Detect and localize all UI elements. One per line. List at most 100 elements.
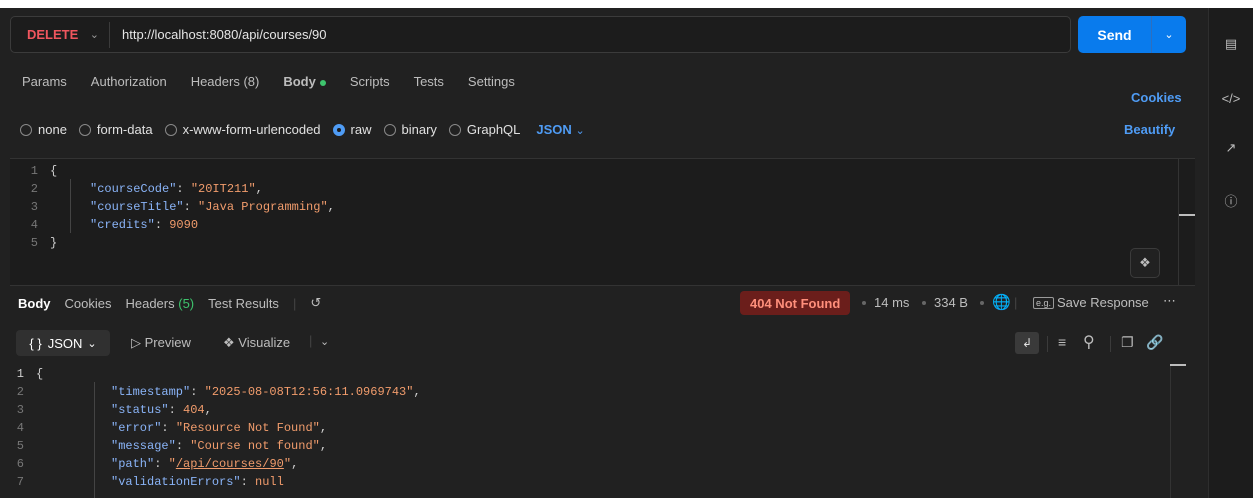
line-number: 1 xyxy=(16,367,24,381)
code-line: 1 { xyxy=(0,365,43,383)
radio-icon xyxy=(78,123,91,136)
response-size[interactable]: 334 B xyxy=(934,295,968,310)
response-scrollbar-track xyxy=(1170,364,1171,498)
url-input[interactable]: http://localhost:8080/api/courses/90 xyxy=(110,27,327,42)
json-key: "validationErrors" xyxy=(111,475,241,489)
indent-guide xyxy=(70,179,71,233)
code-line: 5 "message": "Course not found", xyxy=(0,437,327,455)
tab-body[interactable]: Body xyxy=(283,74,326,89)
radio-binary[interactable]: binary xyxy=(383,122,437,137)
tab-headers-label: Headers xyxy=(190,74,240,89)
preview-button[interactable]: ▷ Preview xyxy=(131,335,191,351)
chevron-down-icon: ⌄ xyxy=(89,29,99,41)
search-icon[interactable]: ⚲ xyxy=(1083,332,1095,352)
method-label: DELETE xyxy=(27,27,79,42)
radio-urlencoded[interactable]: x-www-form-urlencoded xyxy=(164,122,321,137)
divider: | xyxy=(292,295,297,311)
radio-graphql[interactable]: GraphQL xyxy=(448,122,521,137)
tab-headers[interactable]: Headers (8) xyxy=(191,74,260,89)
separator-dot xyxy=(862,301,866,305)
radio-none[interactable]: none xyxy=(20,122,67,137)
modified-dot-icon xyxy=(319,79,326,86)
beautify-link[interactable]: Beautify xyxy=(1124,122,1175,137)
code-line: 4 "error": "Resource Not Found", xyxy=(0,419,327,437)
resp-tab-headers[interactable]: Headers (5) xyxy=(125,296,194,311)
request-tabs: Params Authorization Headers (8) Body Sc… xyxy=(22,74,539,89)
code-snippet-icon[interactable]: </> xyxy=(1221,88,1241,108)
tab-params[interactable]: Params xyxy=(22,74,67,89)
documentation-icon[interactable]: ▤ xyxy=(1221,34,1241,54)
radio-raw[interactable]: raw xyxy=(332,122,372,137)
visualize-button[interactable]: ❖ Visualize xyxy=(223,335,290,351)
editor-scrollbar-track xyxy=(1178,158,1179,286)
radio-icon xyxy=(164,123,177,136)
radio-raw-label: raw xyxy=(350,122,372,137)
info-icon[interactable]: ⓘ xyxy=(1221,190,1241,210)
method-select[interactable]: DELETE ⌄ xyxy=(11,27,109,42)
code-line: 6 "path": "/api/courses/90", xyxy=(0,455,298,473)
json-key: "courseCode" xyxy=(90,182,177,196)
radio-form-data[interactable]: form-data xyxy=(78,122,153,137)
tab-settings[interactable]: Settings xyxy=(468,74,515,89)
wrap-lines-icon[interactable]: ↲ xyxy=(1015,332,1039,354)
send-button[interactable]: Send xyxy=(1078,27,1151,43)
copy-icon[interactable]: ❐ xyxy=(1121,334,1134,351)
json-value: 9090 xyxy=(169,218,199,232)
save-response-button[interactable]: Save Response xyxy=(1057,295,1149,310)
json-value: 404 xyxy=(183,403,205,417)
code-line: 3 "courseTitle": "Java Programming", xyxy=(10,198,335,216)
more-options-icon[interactable]: ⋯ xyxy=(1163,293,1177,309)
json-key: "status" xyxy=(111,403,169,417)
path-link[interactable]: /api/courses/90 xyxy=(176,457,284,471)
editor-scrollbar[interactable] xyxy=(1179,214,1195,216)
ai-assist-icon[interactable]: ❖ xyxy=(1130,248,1160,278)
json-key: "error" xyxy=(111,421,162,435)
status-badge[interactable]: 404 Not Found xyxy=(740,291,851,315)
resp-tab-body[interactable]: Body xyxy=(18,296,51,311)
line-number: 3 xyxy=(16,403,24,417)
related-collections-icon[interactable]: ↗ xyxy=(1221,138,1241,158)
json-value: null xyxy=(255,475,284,489)
response-tabs: Body Cookies Headers (5) Test Results | … xyxy=(18,295,335,311)
chevron-down-icon[interactable]: ⌄ xyxy=(320,335,329,348)
tab-scripts[interactable]: Scripts xyxy=(350,74,390,89)
resp-tab-test-results[interactable]: Test Results xyxy=(208,296,279,311)
line-number: 1 xyxy=(30,164,38,178)
send-options-chevron-icon[interactable]: ⌄ xyxy=(1152,28,1186,41)
radio-icon xyxy=(448,123,461,136)
response-time[interactable]: 14 ms xyxy=(874,295,909,310)
right-sidebar: ▤ </> ↗ ⓘ xyxy=(1208,8,1253,498)
radio-graphql-label: GraphQL xyxy=(466,122,521,137)
json-value[interactable]: "/api/courses/90" xyxy=(169,457,291,471)
tab-authorization[interactable]: Authorization xyxy=(91,74,167,89)
tab-tests[interactable]: Tests xyxy=(414,74,444,89)
braces-icon: { } xyxy=(29,335,42,351)
json-value: "Resource Not Found" xyxy=(175,421,320,435)
link-icon[interactable]: 🔗 xyxy=(1146,334,1163,351)
json-value: "2025-08-08T12:56:11.0969743" xyxy=(204,385,414,399)
chevron-down-icon: ⌄ xyxy=(575,125,585,137)
globe-icon[interactable]: 🌐 xyxy=(992,293,1011,311)
filter-icon[interactable]: ≡ xyxy=(1058,334,1066,350)
resp-tab-cookies[interactable]: Cookies xyxy=(65,296,112,311)
json-value: "20IT211" xyxy=(190,182,256,196)
line-number: 2 xyxy=(16,385,24,399)
separator-dot xyxy=(980,301,984,305)
json-key: "path" xyxy=(111,457,155,471)
radio-binary-label: binary xyxy=(401,122,437,137)
cookies-link[interactable]: Cookies xyxy=(1131,90,1182,105)
divider xyxy=(1110,336,1111,352)
top-window-strip xyxy=(0,0,1253,8)
json-key: "courseTitle" xyxy=(90,200,184,214)
code-line: 2 "timestamp": "2025-08-08T12:56:11.0969… xyxy=(0,383,421,401)
response-format-select[interactable]: { } JSON ⌄ xyxy=(16,330,110,356)
history-icon[interactable]: ↺ xyxy=(310,295,321,311)
request-body-editor[interactable]: 1 { 2 "courseCode": "20IT211", 3 "course… xyxy=(10,158,1195,286)
response-body-viewer[interactable]: 1 { 2 "timestamp": "2025-08-08T12:56:11.… xyxy=(0,364,1208,498)
response-scrollbar[interactable] xyxy=(1170,364,1186,366)
send-button-group: Send ⌄ xyxy=(1078,16,1186,53)
body-format-select[interactable]: JSON ⌄ xyxy=(536,122,584,137)
divider: | xyxy=(309,333,313,348)
indent-guide xyxy=(94,382,95,498)
line-number: 7 xyxy=(16,475,24,489)
